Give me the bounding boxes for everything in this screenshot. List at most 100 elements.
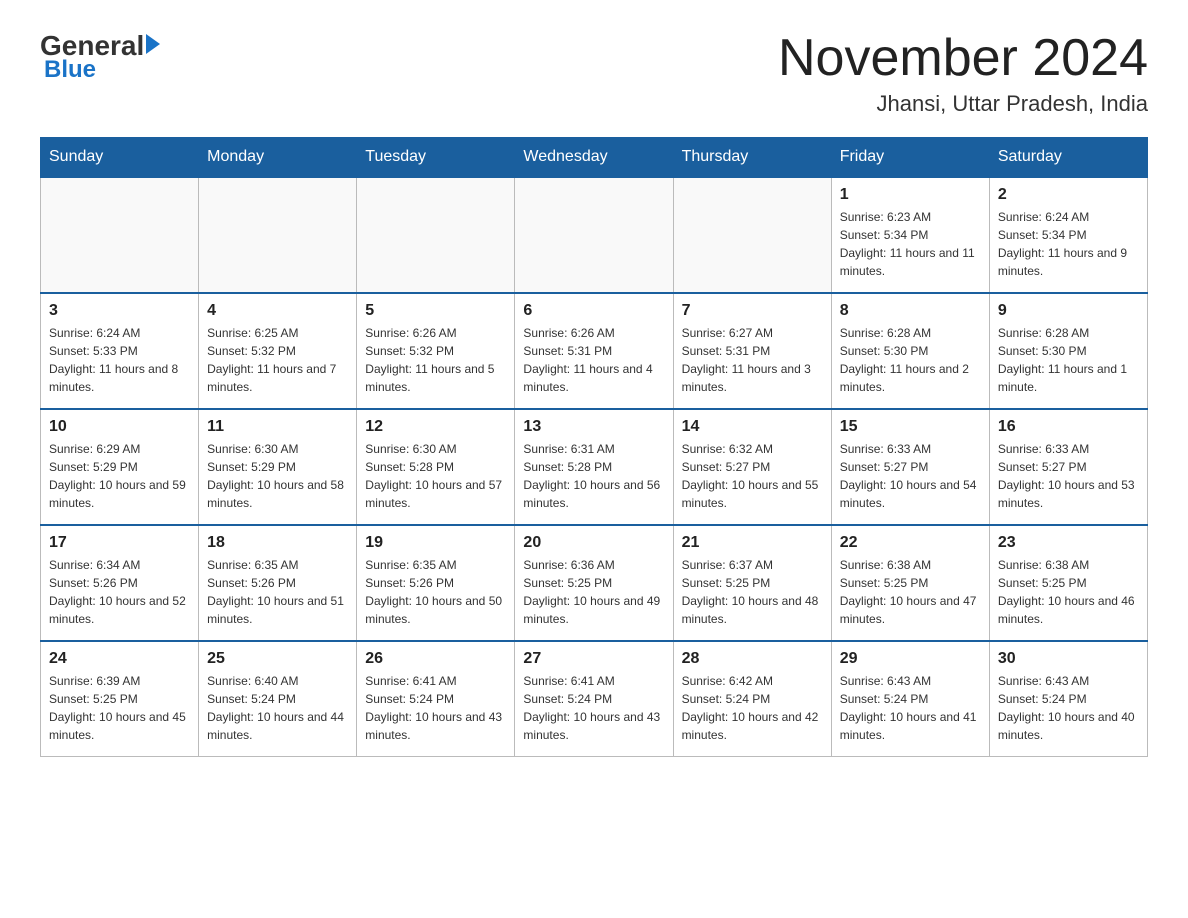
- calendar-cell: 27 Sunrise: 6:41 AM Sunset: 5:24 PM Dayli…: [515, 641, 673, 757]
- day-info: Sunrise: 6:24 AM Sunset: 5:34 PM Dayligh…: [998, 208, 1139, 280]
- calendar-cell: 3Sunrise: 6:24 AM Sunset: 5:33 PM Daylig…: [41, 293, 199, 409]
- calendar-cell: [199, 177, 357, 293]
- day-number: 21: [682, 534, 823, 552]
- day-number: 3: [49, 302, 190, 320]
- weekday-header-saturday: Saturday: [989, 138, 1147, 178]
- calendar-cell: 28 Sunrise: 6:42 AM Sunset: 5:24 PM Dayli…: [673, 641, 831, 757]
- day-info: Sunrise: 6:42 AM Sunset: 5:24 PM Dayligh…: [682, 672, 823, 744]
- calendar-cell: 13 Sunrise: 6:31 AM Sunset: 5:28 PM Dayli…: [515, 409, 673, 525]
- day-info: Sunrise: 6:23 AM Sunset: 5:34 PM Dayligh…: [840, 208, 981, 280]
- calendar-cell: 11 Sunrise: 6:30 AM Sunset: 5:29 PM Dayli…: [199, 409, 357, 525]
- calendar-cell: 12Sunrise: 6:30 AM Sunset: 5:28 PM Dayli…: [357, 409, 515, 525]
- calendar-cell: 14 Sunrise: 6:32 AM Sunset: 5:27 PM Dayli…: [673, 409, 831, 525]
- calendar-cell: 4 Sunrise: 6:25 AM Sunset: 5:32 PM Daylig…: [199, 293, 357, 409]
- day-info: Sunrise: 6:31 AM Sunset: 5:28 PM Dayligh…: [523, 440, 664, 512]
- calendar-cell: 22 Sunrise: 6:38 AM Sunset: 5:25 PM Dayli…: [831, 525, 989, 641]
- calendar-cell: 10 Sunrise: 6:29 AM Sunset: 5:29 PM Dayli…: [41, 409, 199, 525]
- day-number: 8: [840, 302, 981, 320]
- calendar-cell: 29 Sunrise: 6:43 AM Sunset: 5:24 PM Dayli…: [831, 641, 989, 757]
- day-number: 5: [365, 302, 506, 320]
- day-info: Sunrise: 6:37 AM Sunset: 5:25 PM Dayligh…: [682, 556, 823, 628]
- day-info: Sunrise: 6:35 AM Sunset: 5:26 PM Dayligh…: [365, 556, 506, 628]
- month-title: November 2024: [778, 30, 1148, 87]
- day-info: Sunrise: 6:30 AM Sunset: 5:29 PM Dayligh…: [207, 440, 348, 512]
- day-number: 10: [49, 418, 190, 436]
- day-info: Sunrise: 6:33 AM Sunset: 5:27 PM Dayligh…: [840, 440, 981, 512]
- day-info: Sunrise: 6:32 AM Sunset: 5:27 PM Dayligh…: [682, 440, 823, 512]
- day-info: Sunrise: 6:28 AM Sunset: 5:30 PM Dayligh…: [998, 324, 1139, 396]
- calendar-cell: 17 Sunrise: 6:34 AM Sunset: 5:26 PM Dayli…: [41, 525, 199, 641]
- day-number: 7: [682, 302, 823, 320]
- day-info: Sunrise: 6:41 AM Sunset: 5:24 PM Dayligh…: [523, 672, 664, 744]
- day-number: 16: [998, 418, 1139, 436]
- day-info: Sunrise: 6:38 AM Sunset: 5:25 PM Dayligh…: [998, 556, 1139, 628]
- day-number: 29: [840, 650, 981, 668]
- day-number: 27: [523, 650, 664, 668]
- week-row-2: 3Sunrise: 6:24 AM Sunset: 5:33 PM Daylig…: [41, 293, 1148, 409]
- day-info: Sunrise: 6:27 AM Sunset: 5:31 PM Dayligh…: [682, 324, 823, 396]
- calendar-cell: [357, 177, 515, 293]
- day-info: Sunrise: 6:29 AM Sunset: 5:29 PM Dayligh…: [49, 440, 190, 512]
- calendar-cell: 15 Sunrise: 6:33 AM Sunset: 5:27 PM Dayli…: [831, 409, 989, 525]
- day-info: Sunrise: 6:33 AM Sunset: 5:27 PM Dayligh…: [998, 440, 1139, 512]
- calendar-cell: 6 Sunrise: 6:26 AM Sunset: 5:31 PM Daylig…: [515, 293, 673, 409]
- week-row-4: 17 Sunrise: 6:34 AM Sunset: 5:26 PM Dayli…: [41, 525, 1148, 641]
- day-number: 20: [523, 534, 664, 552]
- day-number: 14: [682, 418, 823, 436]
- weekday-header-sunday: Sunday: [41, 138, 199, 178]
- day-number: 17: [49, 534, 190, 552]
- weekday-header-thursday: Thursday: [673, 138, 831, 178]
- day-info: Sunrise: 6:43 AM Sunset: 5:24 PM Dayligh…: [998, 672, 1139, 744]
- day-number: 28: [682, 650, 823, 668]
- calendar-cell: 21 Sunrise: 6:37 AM Sunset: 5:25 PM Dayli…: [673, 525, 831, 641]
- day-number: 30: [998, 650, 1139, 668]
- calendar-cell: 2 Sunrise: 6:24 AM Sunset: 5:34 PM Daylig…: [989, 177, 1147, 293]
- calendar-cell: 7 Sunrise: 6:27 AM Sunset: 5:31 PM Daylig…: [673, 293, 831, 409]
- calendar-cell: 20Sunrise: 6:36 AM Sunset: 5:25 PM Dayli…: [515, 525, 673, 641]
- day-info: Sunrise: 6:40 AM Sunset: 5:24 PM Dayligh…: [207, 672, 348, 744]
- day-info: Sunrise: 6:25 AM Sunset: 5:32 PM Dayligh…: [207, 324, 348, 396]
- day-info: Sunrise: 6:30 AM Sunset: 5:28 PM Dayligh…: [365, 440, 506, 512]
- day-number: 4: [207, 302, 348, 320]
- calendar-cell: 24 Sunrise: 6:39 AM Sunset: 5:25 PM Dayli…: [41, 641, 199, 757]
- day-info: Sunrise: 6:34 AM Sunset: 5:26 PM Dayligh…: [49, 556, 190, 628]
- day-number: 9: [998, 302, 1139, 320]
- day-number: 24: [49, 650, 190, 668]
- day-info: Sunrise: 6:28 AM Sunset: 5:30 PM Dayligh…: [840, 324, 981, 396]
- week-row-3: 10 Sunrise: 6:29 AM Sunset: 5:29 PM Dayli…: [41, 409, 1148, 525]
- calendar-cell: [515, 177, 673, 293]
- day-number: 13: [523, 418, 664, 436]
- day-info: Sunrise: 6:35 AM Sunset: 5:26 PM Dayligh…: [207, 556, 348, 628]
- day-number: 6: [523, 302, 664, 320]
- page-header: General Blue November 2024 Jhansi, Uttar…: [40, 30, 1148, 117]
- day-info: Sunrise: 6:26 AM Sunset: 5:32 PM Dayligh…: [365, 324, 506, 396]
- day-info: Sunrise: 6:43 AM Sunset: 5:24 PM Dayligh…: [840, 672, 981, 744]
- day-info: Sunrise: 6:26 AM Sunset: 5:31 PM Dayligh…: [523, 324, 664, 396]
- day-info: Sunrise: 6:38 AM Sunset: 5:25 PM Dayligh…: [840, 556, 981, 628]
- day-number: 18: [207, 534, 348, 552]
- logo-arrow-icon: [146, 34, 160, 54]
- weekday-header-tuesday: Tuesday: [357, 138, 515, 178]
- day-number: 11: [207, 418, 348, 436]
- calendar-cell: 30 Sunrise: 6:43 AM Sunset: 5:24 PM Dayli…: [989, 641, 1147, 757]
- day-number: 15: [840, 418, 981, 436]
- weekday-header-friday: Friday: [831, 138, 989, 178]
- day-number: 2: [998, 186, 1139, 204]
- calendar-cell: 9 Sunrise: 6:28 AM Sunset: 5:30 PM Daylig…: [989, 293, 1147, 409]
- calendar-cell: 8 Sunrise: 6:28 AM Sunset: 5:30 PM Daylig…: [831, 293, 989, 409]
- logo: General Blue: [40, 30, 160, 84]
- day-number: 25: [207, 650, 348, 668]
- calendar-cell: 1 Sunrise: 6:23 AM Sunset: 5:34 PM Daylig…: [831, 177, 989, 293]
- calendar-cell: 18 Sunrise: 6:35 AM Sunset: 5:26 PM Dayli…: [199, 525, 357, 641]
- calendar-cell: 16 Sunrise: 6:33 AM Sunset: 5:27 PM Dayli…: [989, 409, 1147, 525]
- calendar-table: SundayMondayTuesdayWednesdayThursdayFrid…: [40, 137, 1148, 757]
- day-info: Sunrise: 6:39 AM Sunset: 5:25 PM Dayligh…: [49, 672, 190, 744]
- calendar-cell: [41, 177, 199, 293]
- day-number: 22: [840, 534, 981, 552]
- calendar-cell: 26Sunrise: 6:41 AM Sunset: 5:24 PM Dayli…: [357, 641, 515, 757]
- day-number: 1: [840, 186, 981, 204]
- location-title: Jhansi, Uttar Pradesh, India: [778, 91, 1148, 117]
- weekday-header-wednesday: Wednesday: [515, 138, 673, 178]
- calendar-cell: 23Sunrise: 6:38 AM Sunset: 5:25 PM Dayli…: [989, 525, 1147, 641]
- week-row-1: 1 Sunrise: 6:23 AM Sunset: 5:34 PM Daylig…: [41, 177, 1148, 293]
